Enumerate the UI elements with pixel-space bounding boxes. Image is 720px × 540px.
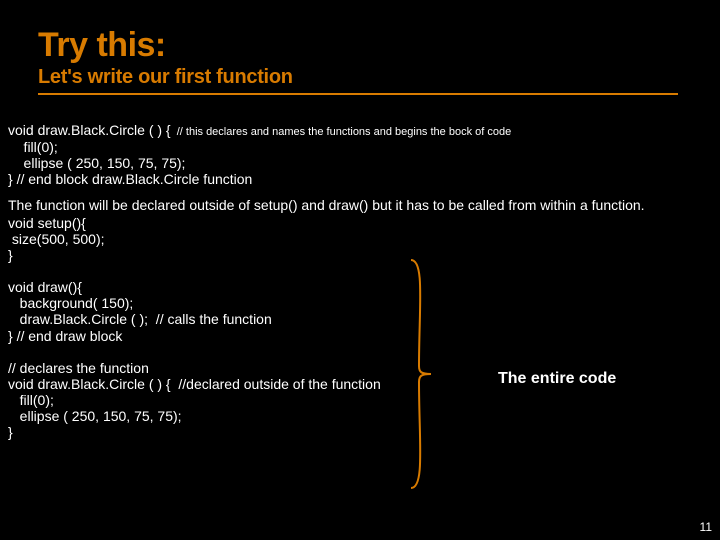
explain-paragraph: The function will be declared outside of… <box>8 197 712 213</box>
snippet-1-comment: // this declares and names the functions… <box>171 126 512 138</box>
snippet-draw: void draw(){ background( 150); draw.Blac… <box>8 279 712 343</box>
slide-title: Try this: <box>38 28 678 64</box>
callout-brace <box>407 258 435 490</box>
snippet-1-line-4: } // end block draw.Black.Circle functio… <box>8 171 712 187</box>
title-block: Try this: Let's write our first function <box>38 28 678 95</box>
snippet-1-line-1a: void draw.Black.Circle ( ) { <box>8 122 171 138</box>
snippet-setup: void setup(){ size(500, 500); } <box>8 215 712 263</box>
snippet-1-line-3: ellipse ( 250, 150, 75, 75); <box>8 155 712 171</box>
slide: Try this: Let's write our first function… <box>0 0 720 540</box>
snippet-1-line-2: fill(0); <box>8 139 712 155</box>
page-number: 11 <box>700 520 712 534</box>
title-underline <box>38 93 678 95</box>
slide-subtitle: Let's write our first function <box>38 66 678 89</box>
slide-body: void draw.Black.Circle ( ) { // this dec… <box>8 122 712 440</box>
snippet-1: void draw.Black.Circle ( ) { // this dec… <box>8 122 712 139</box>
callout-label: The entire code <box>498 370 616 388</box>
